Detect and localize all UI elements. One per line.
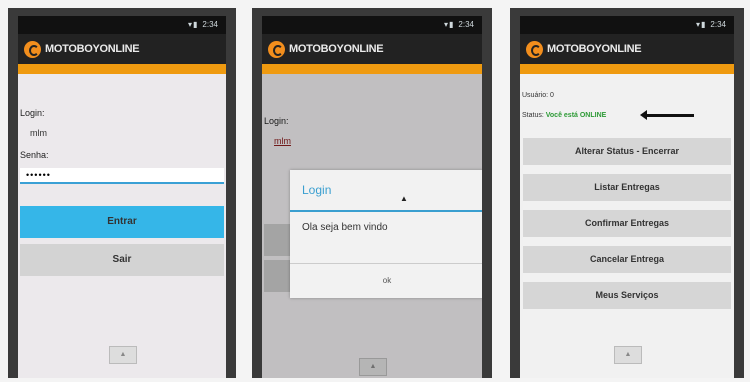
- dialog-ok-button[interactable]: ok: [290, 263, 482, 298]
- login-form: Login: mlm Senha: •••••• Entrar Sair ▲: [18, 74, 226, 378]
- status-value: Você está ONLINE: [545, 112, 607, 119]
- main-menu: Usuário: 0 Status: Você está ONLINE Alte…: [520, 74, 734, 378]
- accent-bar: [18, 64, 226, 74]
- status-time: 2:34: [458, 20, 474, 29]
- screenshot-menu: ▾▮ 2:34 MOTOBOYONLINE Usuário: 0 Status: …: [510, 8, 744, 378]
- password-label: Senha:: [20, 150, 49, 160]
- my-services-button[interactable]: Meus Serviços: [523, 282, 731, 309]
- logo-icon: [268, 40, 285, 58]
- login-input[interactable]: mlm: [30, 128, 47, 138]
- password-input[interactable]: ••••••: [20, 168, 224, 184]
- action-bar: MOTOBOYONLINE: [520, 34, 734, 64]
- signal-icon: ▾▮: [696, 20, 707, 29]
- logo-icon: [24, 40, 41, 58]
- phone-screen: ▾▮ 2:34 MOTOBOYONLINE Login: mlm Senha: •…: [18, 16, 226, 378]
- app-title: MOTOBOYONLINE: [289, 43, 384, 55]
- accent-bar: [262, 64, 482, 74]
- dialog-title: Login: [290, 170, 482, 212]
- action-bar: MOTOBOYONLINE: [18, 34, 226, 64]
- status-bar: ▾▮ 2:34: [18, 16, 226, 34]
- status-bar: ▾▮ 2:34: [520, 16, 734, 34]
- mouse-cursor-icon: ▲: [400, 194, 408, 203]
- phone-screen: ▾▮ 2:34 MOTOBOYONLINE Usuário: 0 Status: …: [520, 16, 734, 378]
- exit-button[interactable]: Sair: [20, 244, 224, 276]
- arrow-annotation-icon: [640, 110, 694, 120]
- list-deliveries-button[interactable]: Listar Entregas: [523, 174, 731, 201]
- enter-button[interactable]: Entrar: [20, 206, 224, 238]
- status-line: Status: Você está ONLINE: [522, 112, 606, 119]
- user-line: Usuário: 0: [522, 92, 554, 99]
- cancel-delivery-button[interactable]: Cancelar Entrega: [523, 246, 731, 273]
- welcome-dialog: Login Ola seja bem vindo ok: [290, 170, 482, 298]
- status-prefix: Status:: [522, 112, 544, 119]
- phone-screen: ▾▮ 2:34 MOTOBOYONLINE Login: mlm ▲ Login …: [262, 16, 482, 378]
- confirm-deliveries-button[interactable]: Confirmar Entregas: [523, 210, 731, 237]
- login-label: Login:: [20, 108, 45, 118]
- signal-icon: ▾▮: [444, 20, 455, 29]
- app-title: MOTOBOYONLINE: [547, 43, 642, 55]
- home-nav-icon[interactable]: ▲: [614, 346, 642, 364]
- status-bar: ▾▮ 2:34: [262, 16, 482, 34]
- accent-bar: [520, 64, 734, 74]
- status-time: 2:34: [202, 20, 218, 29]
- app-title: MOTOBOYONLINE: [45, 43, 140, 55]
- signal-icon: ▾▮: [188, 20, 199, 29]
- status-time: 2:34: [710, 20, 726, 29]
- screenshot-dialog: ▾▮ 2:34 MOTOBOYONLINE Login: mlm ▲ Login …: [252, 8, 492, 378]
- home-nav-icon[interactable]: ▲: [109, 346, 137, 364]
- logo-icon: [526, 40, 543, 58]
- action-bar: MOTOBOYONLINE: [262, 34, 482, 64]
- change-status-button[interactable]: Alterar Status - Encerrar: [523, 138, 731, 165]
- screenshot-login: ▾▮ 2:34 MOTOBOYONLINE Login: mlm Senha: •…: [8, 8, 236, 378]
- dialog-message: Ola seja bem vindo: [302, 222, 388, 233]
